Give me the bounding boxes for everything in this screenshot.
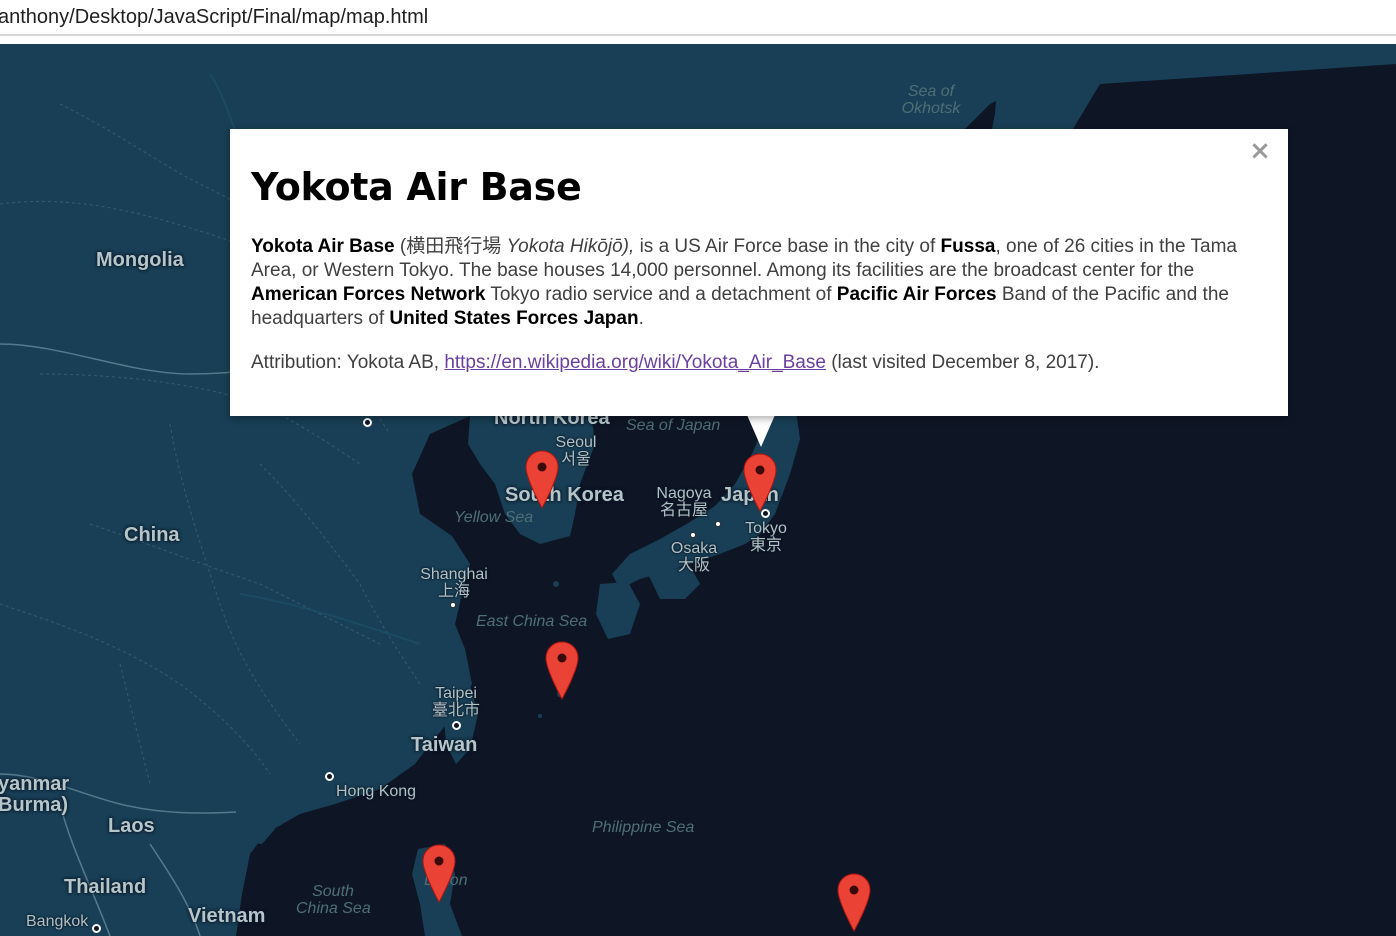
romaji-name: Yokota Hikōjō),	[506, 236, 635, 257]
bangkok-dot	[92, 924, 101, 933]
map-marker-guam[interactable]	[837, 873, 871, 933]
osaka-dot	[690, 532, 696, 538]
close-icon: ×	[1249, 136, 1271, 166]
map-pin-icon	[422, 844, 456, 904]
map-pin-icon	[743, 453, 777, 513]
description-text: is a US Air Force base in the city of	[634, 236, 941, 257]
base-name: Yokota Air Base	[251, 236, 395, 257]
usfj-term: United States Forces Japan	[389, 308, 639, 329]
info-window: × Yokota Air Base Yokota Air Base (横田飛行場…	[230, 129, 1288, 416]
attribution-suffix: (last visited December 8, 2017).	[825, 352, 1100, 373]
shanghai-dot	[450, 602, 456, 608]
native-name-open: (横田飛行場	[394, 236, 507, 257]
map-marker-philippines[interactable]	[422, 844, 456, 904]
close-button[interactable]: ×	[1248, 136, 1272, 166]
attribution-prefix: Attribution: Yokota AB,	[251, 352, 445, 373]
city-dot	[363, 418, 372, 427]
paf-term: Pacific Air Forces	[836, 284, 997, 305]
info-window-title: Yokota Air Base	[251, 165, 582, 209]
info-window-tail	[747, 415, 775, 447]
info-window-description: Yokota Air Base (横田飛行場 Yokota Hikōjō), i…	[251, 235, 1266, 331]
map-pin-icon	[837, 873, 871, 933]
description-text: Tokyo radio service and a detachment of	[485, 284, 837, 305]
map-marker-south-korea[interactable]	[525, 450, 559, 510]
map-marker-okinawa[interactable]	[545, 641, 579, 701]
taipei-dot	[452, 721, 461, 730]
address-bar[interactable]: anthony/Desktop/JavaScript/Final/map/map…	[0, 0, 1396, 36]
description-text: .	[638, 308, 644, 329]
afn-term: American Forces Network	[251, 284, 486, 305]
wikipedia-link[interactable]: https://en.wikipedia.org/wiki/Yokota_Air…	[444, 352, 826, 373]
hong-kong-dot	[325, 772, 334, 781]
address-text[interactable]: anthony/Desktop/JavaScript/Final/map/map…	[0, 6, 428, 29]
map-marker-yokota[interactable]	[743, 453, 777, 513]
map-pin-icon	[525, 450, 559, 510]
city-dot	[715, 521, 721, 527]
fussa-term: Fussa	[940, 236, 996, 257]
map-pin-icon	[545, 641, 579, 701]
attribution: Attribution: Yokota AB, https://en.wikip…	[251, 351, 1266, 375]
